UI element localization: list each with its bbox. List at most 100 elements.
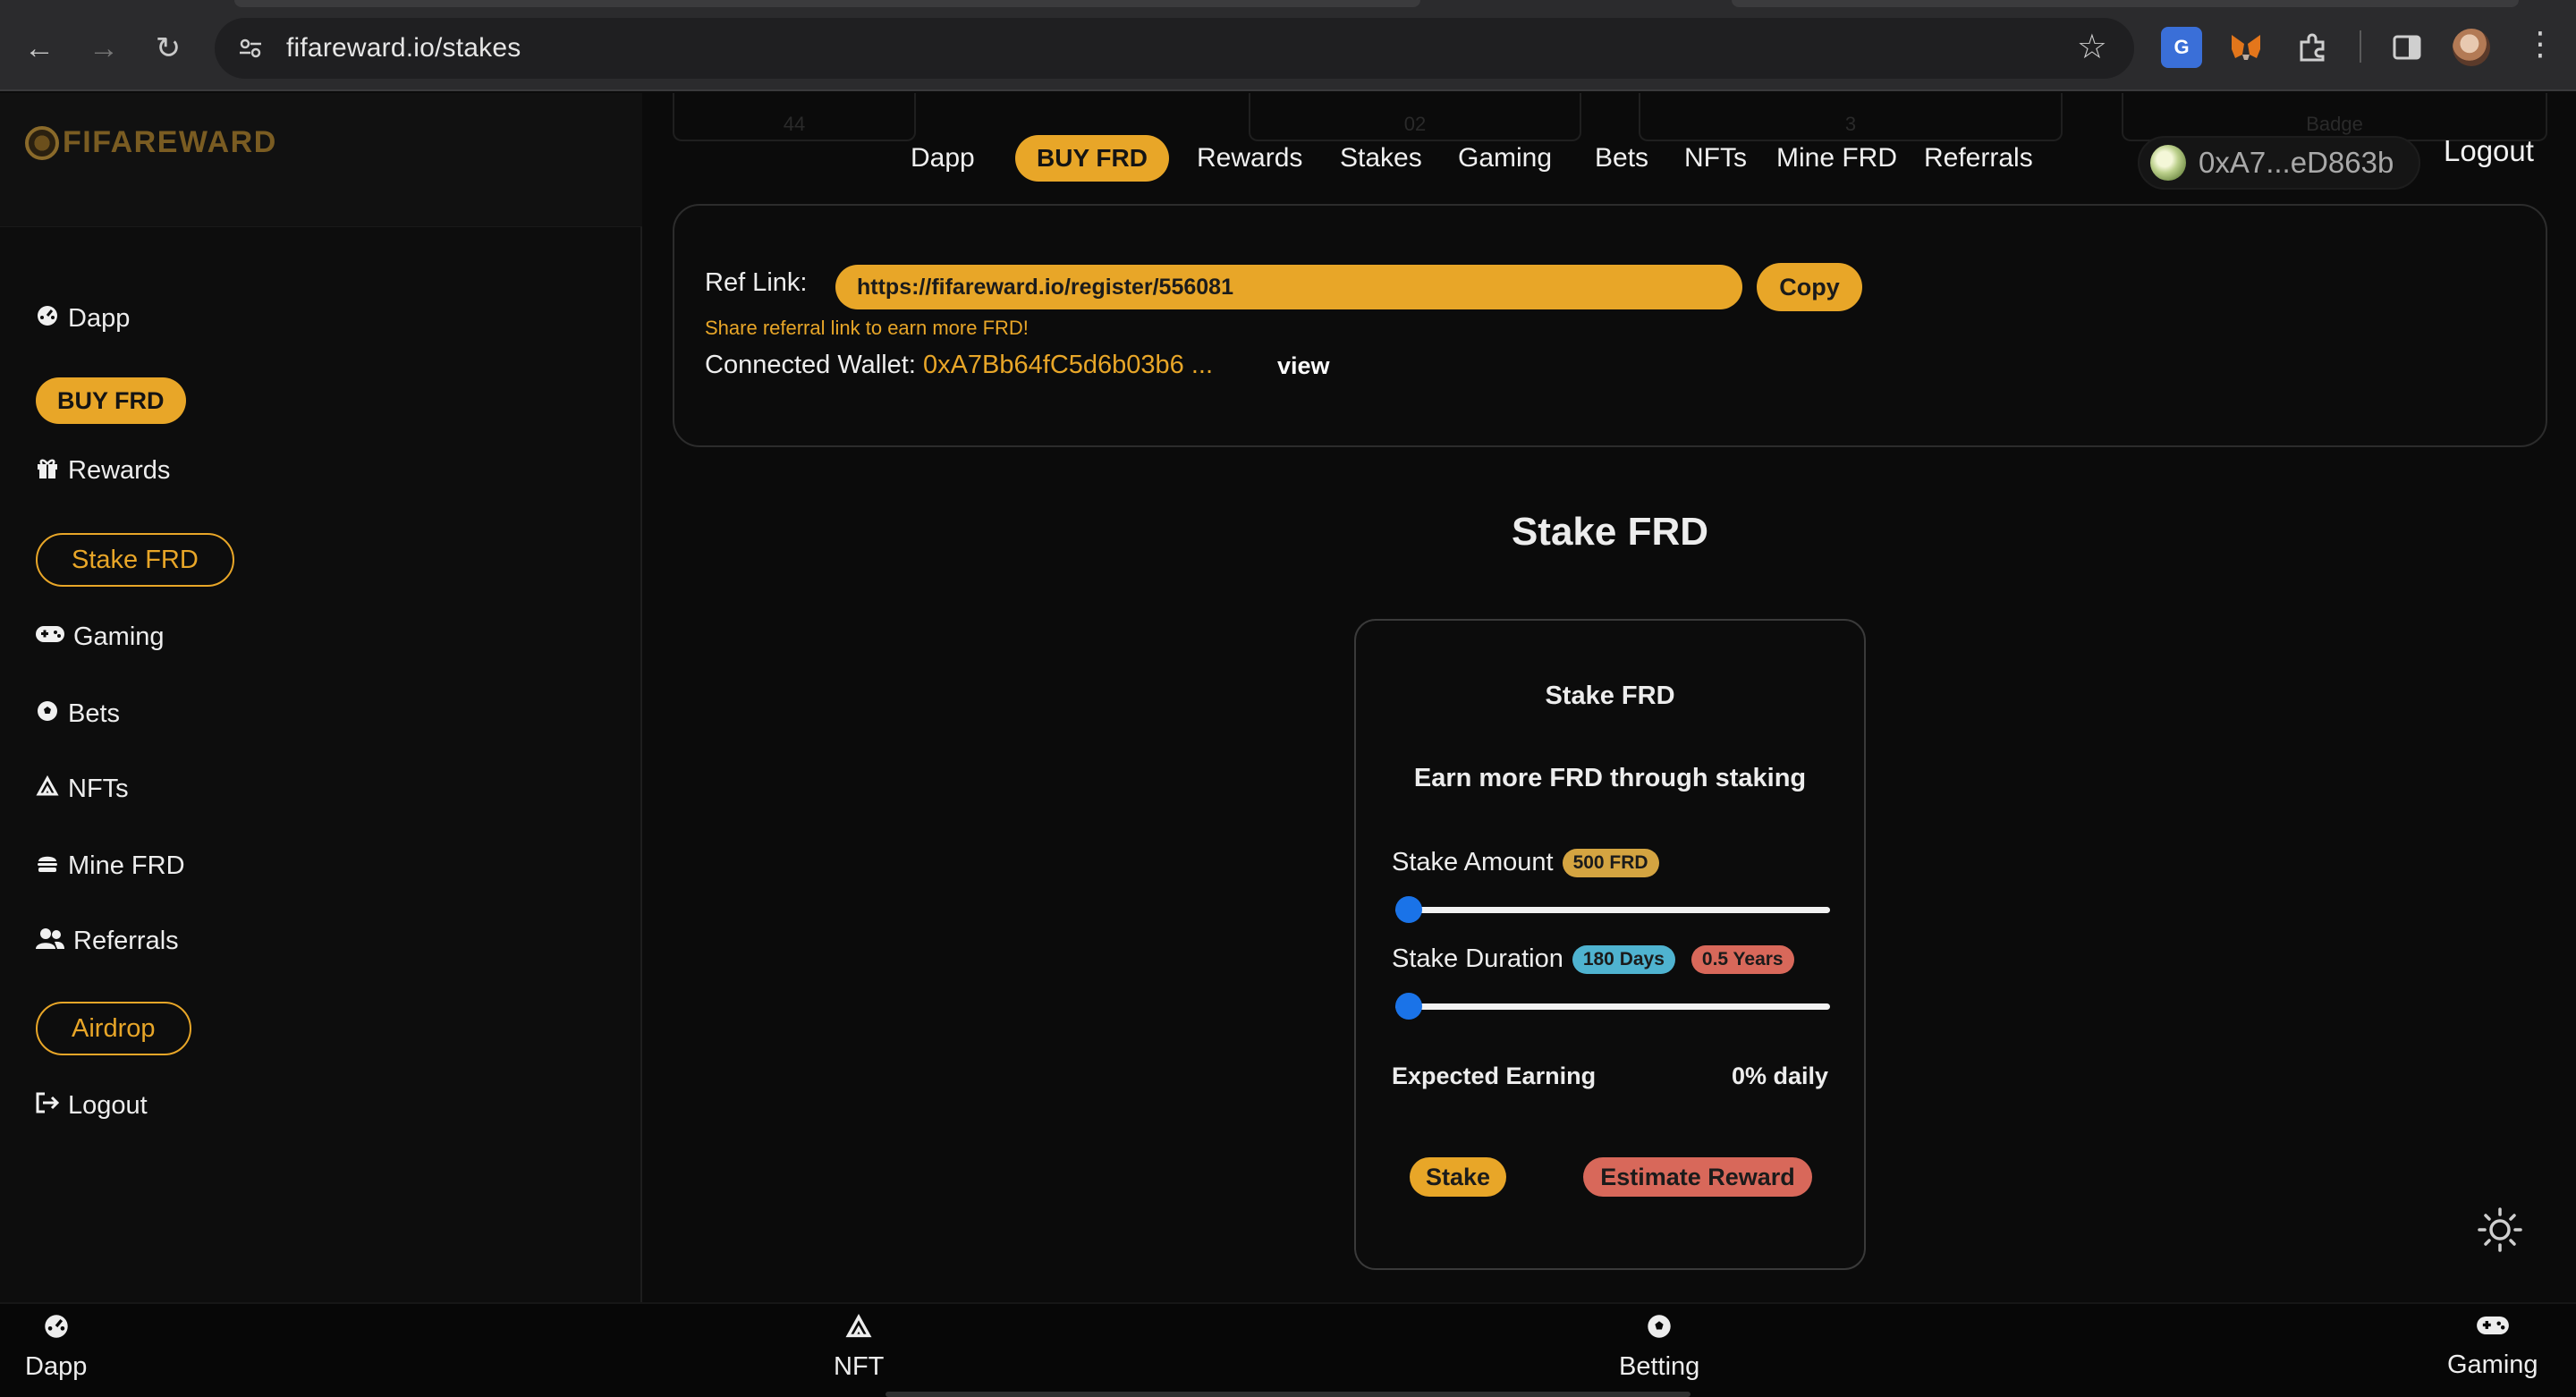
topnav-buy-frd-label: BUY FRD bbox=[1015, 135, 1169, 182]
expected-earning-label: Expected Earning bbox=[1392, 1063, 1597, 1089]
brand-logo-icon bbox=[25, 125, 59, 160]
bookmark-star-icon[interactable]: ☆ bbox=[2077, 27, 2107, 67]
sidebar-stake-frd-button[interactable]: Stake FRD bbox=[36, 533, 234, 587]
browser-menu-icon[interactable]: ⋮ bbox=[2524, 25, 2556, 63]
address-bar[interactable]: fifareward.io/stakes ☆ bbox=[215, 18, 2134, 79]
page-title: Stake FRD bbox=[1511, 510, 1709, 554]
toolbar-separator bbox=[2360, 30, 2361, 63]
sidebar-item-dapp[interactable]: Dapp bbox=[34, 304, 130, 334]
gift-icon bbox=[34, 456, 61, 486]
bottom-nav-label: Dapp bbox=[25, 1352, 88, 1381]
sidebar-item-rewards[interactable]: Rewards bbox=[34, 456, 170, 486]
topnav-rewards-label: Rewards bbox=[1197, 143, 1303, 173]
nft-icon bbox=[34, 775, 61, 804]
topnav-stakes[interactable]: Stakes bbox=[1340, 136, 1422, 181]
topnav-mine-frd[interactable]: Mine FRD bbox=[1776, 136, 1897, 181]
ghost-tab: 44 bbox=[673, 93, 916, 141]
sidebar-item-label: Gaming bbox=[73, 622, 165, 651]
topnav-buy-frd-button[interactable]: BUY FRD bbox=[1015, 135, 1169, 182]
nft-icon bbox=[845, 1313, 872, 1347]
ghost-tab: 3 bbox=[1639, 93, 2063, 141]
profile-avatar[interactable] bbox=[2453, 29, 2490, 66]
sidebar-item-label: Rewards bbox=[68, 456, 171, 485]
topnav-dapp[interactable]: Dapp bbox=[911, 136, 975, 181]
expected-earning-value: 0% daily bbox=[1731, 1063, 1828, 1089]
sidebar-item-label: NFTs bbox=[68, 775, 129, 803]
browser-toolbar: ← → ↻ fifareward.io/stakes ☆ G ⋮ bbox=[0, 0, 2576, 91]
topnav-referrals[interactable]: Referrals bbox=[1924, 136, 2033, 181]
copy-button[interactable]: Copy bbox=[1757, 263, 1862, 311]
topnav-nfts[interactable]: NFTs bbox=[1684, 136, 1747, 181]
brand[interactable]: FIFAREWARD bbox=[25, 125, 277, 160]
bottom-navigation: Dapp NFT Betting Gaming bbox=[0, 1302, 2576, 1397]
topnav-bets[interactable]: Bets bbox=[1595, 136, 1648, 181]
logout-link[interactable]: Logout bbox=[2444, 134, 2534, 168]
stake-years-badge: 0.5 Years bbox=[1690, 944, 1794, 974]
brand-name: FIFAREWARD bbox=[63, 125, 277, 159]
soccer-ball-icon bbox=[34, 699, 61, 729]
stake-amount-slider[interactable] bbox=[1395, 896, 1830, 923]
bottom-nav-nft[interactable]: NFT bbox=[834, 1313, 884, 1382]
stake-amount-label: Stake Amount bbox=[1392, 848, 1554, 876]
sidebar-item-referrals[interactable]: Referrals bbox=[34, 927, 179, 956]
slider-thumb[interactable] bbox=[1395, 993, 1422, 1020]
translate-extension-icon[interactable]: G bbox=[2161, 27, 2202, 68]
sidebar-item-label: Dapp bbox=[68, 304, 131, 333]
ref-hint: Share referral link to earn more FRD! bbox=[705, 317, 1029, 339]
sidebar-item-mine[interactable]: Mine FRD bbox=[34, 851, 185, 881]
connected-wallet: Connected Wallet: 0xA7Bb64fC5d6b03b6 ... bbox=[705, 351, 1213, 380]
sidebar-item-label: Referrals bbox=[73, 927, 179, 955]
ghost-tab: 02 bbox=[1249, 93, 1581, 141]
metamask-extension-icon[interactable] bbox=[2225, 27, 2267, 68]
stake-card-title: Stake FRD bbox=[1545, 682, 1675, 710]
stake-duration-label: Stake Duration bbox=[1392, 944, 1563, 973]
site-info-icon[interactable] bbox=[231, 29, 270, 68]
topnav-rewards[interactable]: Rewards bbox=[1197, 136, 1302, 181]
sidebar-item-gaming[interactable]: Gaming bbox=[34, 622, 165, 652]
bottom-nav-label: Betting bbox=[1619, 1352, 1700, 1381]
stake-duration-row: Stake Duration 180 Days 0.5 Years bbox=[1392, 944, 1794, 974]
stake-amount-badge: 500 FRD bbox=[1562, 848, 1659, 877]
ref-link-field[interactable]: https://fifareward.io/register/556081 bbox=[835, 265, 1742, 309]
view-wallet-link[interactable]: view bbox=[1277, 352, 1330, 380]
bottom-nav-betting[interactable]: Betting bbox=[1619, 1313, 1699, 1382]
bottom-nav-dapp[interactable]: Dapp bbox=[25, 1313, 87, 1382]
topnav-referrals-label: Referrals bbox=[1924, 143, 2033, 173]
horizontal-scrollbar[interactable] bbox=[886, 1392, 1690, 1397]
sidebar-airdrop-button[interactable]: Airdrop bbox=[36, 1002, 191, 1055]
stake-duration-slider[interactable] bbox=[1395, 993, 1830, 1020]
slider-track bbox=[1395, 1003, 1830, 1010]
topnav-gaming[interactable]: Gaming bbox=[1458, 136, 1552, 181]
side-panel-icon[interactable] bbox=[2386, 27, 2428, 68]
tab-hint bbox=[234, 0, 1420, 7]
slider-thumb[interactable] bbox=[1395, 896, 1422, 923]
url-text[interactable]: fifareward.io/stakes bbox=[286, 33, 521, 64]
sidebar-item-logout[interactable]: Logout bbox=[34, 1091, 148, 1121]
estimate-reward-button[interactable]: Estimate Reward bbox=[1583, 1157, 1812, 1197]
stake-amount-row: Stake Amount 500 FRD bbox=[1392, 848, 1659, 877]
stake-card: Stake FRD Earn more FRD through staking … bbox=[1354, 619, 1866, 1270]
burger-icon bbox=[34, 851, 61, 881]
sidebar-item-label: Logout bbox=[68, 1091, 148, 1120]
topnav-dapp-label: Dapp bbox=[911, 143, 975, 173]
forward-icon[interactable]: → bbox=[82, 27, 125, 70]
reload-icon[interactable]: ↻ bbox=[147, 27, 190, 70]
extensions-puzzle-icon[interactable] bbox=[2292, 27, 2333, 68]
page-root: ← → ↻ fifareward.io/stakes ☆ G ⋮ FIFAREW… bbox=[0, 0, 2576, 1397]
bottom-nav-gaming[interactable]: Gaming bbox=[2447, 1313, 2538, 1380]
sidebar-item-label: Bets bbox=[68, 699, 121, 728]
wallet-connect-button[interactable]: 0xA7...eD863b bbox=[2138, 136, 2420, 190]
connected-wallet-label: Connected Wallet: bbox=[705, 351, 916, 379]
theme-toggle-sun-icon[interactable] bbox=[2478, 1207, 2522, 1263]
sidebar-buy-frd-button[interactable]: BUY FRD bbox=[36, 377, 186, 424]
sidebar-item-bets[interactable]: Bets bbox=[34, 699, 120, 729]
dashboard-icon bbox=[34, 304, 61, 334]
sidebar-item-nfts[interactable]: NFTs bbox=[34, 775, 129, 804]
wallet-avatar-icon bbox=[2150, 145, 2186, 181]
bottom-nav-label: Gaming bbox=[2447, 1350, 2538, 1379]
sidebar: FIFAREWARD Dapp BUY FRD Rewards Stake FR… bbox=[0, 93, 642, 1302]
ref-link-label: Ref Link: bbox=[705, 268, 808, 297]
stake-button[interactable]: Stake bbox=[1410, 1157, 1506, 1197]
topnav-nfts-label: NFTs bbox=[1684, 143, 1747, 173]
back-icon[interactable]: ← bbox=[18, 27, 61, 70]
